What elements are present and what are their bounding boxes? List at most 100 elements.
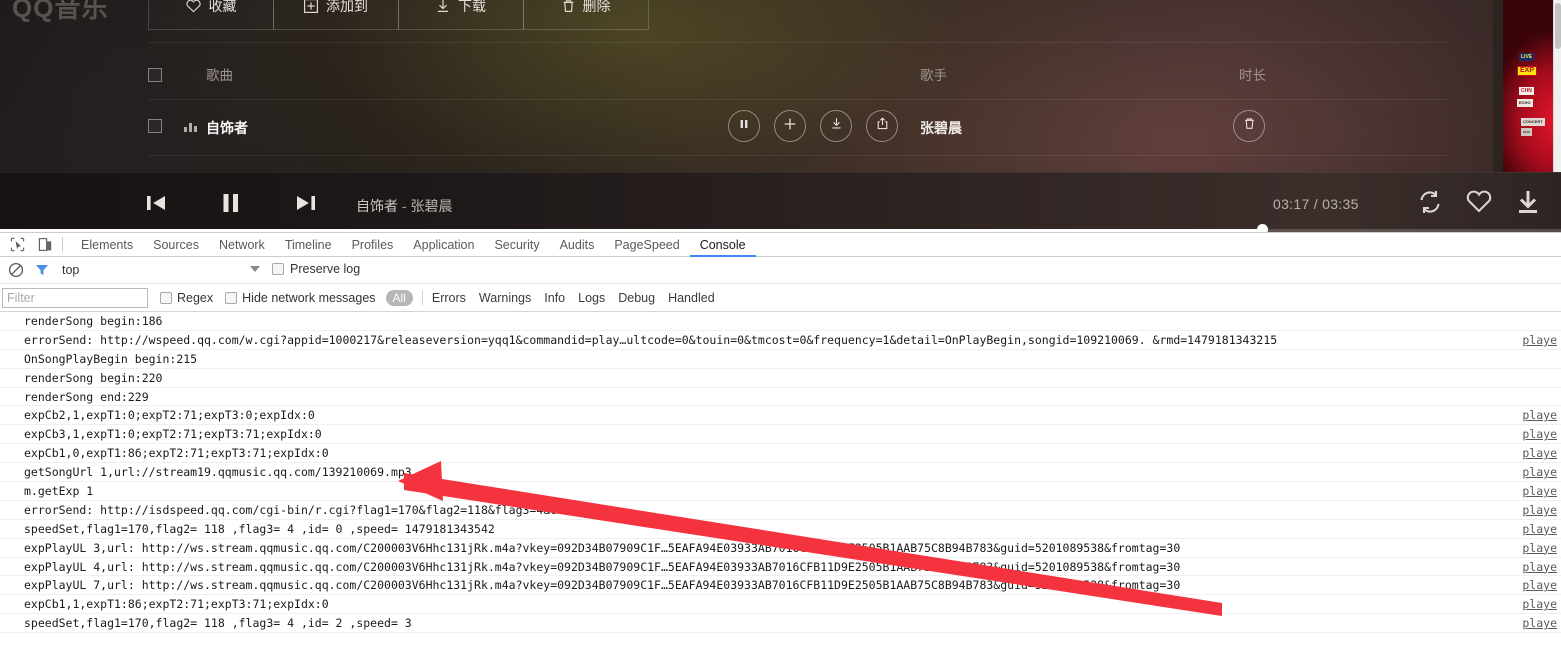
level-all-button[interactable]: All — [385, 289, 413, 306]
add-to-label: 添加到 — [326, 0, 368, 14]
console-source-link[interactable]: playe — [1522, 576, 1557, 594]
tab-application[interactable]: Application — [403, 233, 484, 257]
console-message-text: expPlayUL 7,url: http://ws.stream.qqmusi… — [24, 578, 1181, 593]
console-message[interactable]: OnSongPlayBegin begin:215 — [0, 350, 1561, 369]
clear-console-icon[interactable] — [8, 262, 24, 278]
tab-sources[interactable]: Sources — [143, 233, 209, 257]
row-add-button[interactable] — [774, 110, 806, 142]
previous-button[interactable] — [144, 189, 170, 222]
console-message[interactable]: m.getExp 1 playe — [0, 482, 1561, 501]
row-delete-button[interactable] — [1233, 110, 1265, 142]
console-source-link[interactable]: playe — [1522, 444, 1557, 462]
regex-checkbox[interactable] — [160, 291, 172, 304]
funnel-icon[interactable] — [34, 262, 50, 278]
qq-music-logo: QQ音乐 — [12, 0, 109, 23]
pause-icon — [738, 117, 750, 135]
console-message[interactable]: expCb2,1,expT1:0;expT2:71;expT3:0;expIdx… — [0, 406, 1561, 426]
chevron-down-icon[interactable] — [250, 266, 260, 272]
player-bar: 自饰者 - 张碧晨 03:17 / 03:35 — [0, 172, 1561, 232]
tab-network[interactable]: Network — [209, 233, 275, 257]
console-source-link[interactable]: playe — [1522, 539, 1557, 557]
tab-timeline[interactable]: Timeline — [275, 233, 342, 257]
console-source-link[interactable]: playe — [1522, 520, 1557, 538]
divider — [148, 99, 1448, 100]
inspect-element-icon[interactable] — [6, 235, 28, 255]
share-icon — [876, 117, 889, 135]
preserve-log-control[interactable]: Preserve log — [272, 262, 360, 276]
advertisement-banner[interactable]: LIVE EXP CHN ECHO CONCERT 2016 — [1493, 0, 1561, 172]
favorite-button[interactable] — [1464, 187, 1494, 222]
regex-control[interactable]: Regex — [160, 291, 213, 305]
console-message[interactable]: renderSong begin:220 — [0, 369, 1561, 388]
time-current: 03:17 — [1273, 196, 1310, 212]
hide-network-control[interactable]: Hide network messages — [225, 291, 376, 305]
repeat-mode-button[interactable] — [1415, 187, 1445, 222]
progress-handle[interactable] — [1257, 224, 1269, 232]
console-source-link[interactable]: playe — [1522, 463, 1557, 481]
device-toolbar-icon[interactable] — [34, 235, 56, 255]
ad-left-gutter — [1493, 0, 1503, 172]
console-source-link[interactable]: playe — [1522, 406, 1557, 424]
filter-divider — [421, 290, 423, 305]
trash-icon — [1243, 117, 1256, 135]
tab-security[interactable]: Security — [484, 233, 549, 257]
console-message[interactable]: expCb1,1,expT1:86;expT2:71;expT3:71;expI… — [0, 595, 1561, 615]
page-scrollbar-thumb[interactable] — [1555, 3, 1561, 49]
console-message[interactable]: expCb3,1,expT1:0;expT2:71;expT3:71;expId… — [0, 425, 1561, 445]
console-message-list[interactable]: renderSong begin:186 errorSend: http://ws… — [0, 312, 1561, 648]
hide-network-checkbox[interactable] — [225, 291, 238, 304]
delete-button[interactable]: 删除 — [523, 0, 649, 30]
row-pause-button[interactable] — [728, 110, 760, 142]
console-source-link[interactable]: playe — [1522, 331, 1557, 349]
tab-console[interactable]: Console — [690, 233, 756, 257]
context-selector[interactable]: top — [62, 263, 257, 277]
delete-label: 删除 — [582, 0, 611, 14]
play-pause-button[interactable] — [218, 189, 244, 222]
row-checkbox[interactable] — [148, 119, 162, 133]
download-button[interactable]: 下载 — [398, 0, 524, 30]
console-source-link[interactable]: playe — [1522, 614, 1557, 632]
preserve-log-checkbox[interactable] — [272, 263, 284, 275]
level-info[interactable]: Info — [544, 291, 565, 305]
download-icon — [1513, 191, 1543, 221]
level-logs[interactable]: Logs — [578, 291, 605, 305]
console-message[interactable]: expPlayUL 3,url: http://ws.stream.qqmusi… — [0, 539, 1561, 558]
console-source-link[interactable]: playe — [1522, 425, 1557, 443]
console-message[interactable]: speedSet,flag1=170,flag2= 118 ,flag3= 4 … — [0, 614, 1561, 634]
level-errors[interactable]: Errors — [432, 291, 466, 305]
console-message[interactable]: expPlayUL 4,url: http://ws.stream.qqmusi… — [0, 558, 1561, 577]
ad-chip: 2016 — [1521, 128, 1532, 136]
console-source-link[interactable]: playe — [1522, 482, 1557, 500]
tab-audits[interactable]: Audits — [550, 233, 605, 257]
level-handled[interactable]: Handled — [668, 291, 715, 305]
console-message[interactable]: expCb1,0,expT1:86;expT2:71;expT3:71;expI… — [0, 444, 1561, 464]
console-message[interactable]: renderSong end:229 — [0, 388, 1561, 407]
console-message[interactable]: expPlayUL 7,url: http://ws.stream.qqmusi… — [0, 576, 1561, 596]
console-message-text: renderSong end:229 — [24, 389, 149, 404]
row-download-button[interactable] — [820, 110, 852, 142]
console-message[interactable]: speedSet,flag1=170,flag2= 118 ,flag3= 4 … — [0, 520, 1561, 539]
level-debug[interactable]: Debug — [618, 291, 655, 305]
console-message-text: renderSong begin:220 — [24, 370, 163, 385]
filter-input[interactable] — [2, 287, 148, 308]
tab-pagespeed[interactable]: PageSpeed — [604, 233, 689, 257]
add-to-button[interactable]: 添加到 — [273, 0, 399, 30]
console-source-link[interactable]: playe — [1522, 595, 1557, 613]
column-header-artist: 歌手 — [920, 68, 947, 83]
favorite-button[interactable]: 收藏 — [148, 0, 274, 30]
console-message-text: errorSend: http://isdspeed.qq.com/cgi-bi… — [24, 502, 585, 517]
console-message[interactable]: getSongUrl 1,url://stream19.qqmusic.qq.c… — [0, 463, 1561, 483]
tab-elements[interactable]: Elements — [71, 233, 143, 257]
console-message[interactable]: errorSend: http://wspeed.qq.com/w.cgi?ap… — [0, 331, 1561, 350]
console-source-link[interactable]: playe — [1522, 501, 1557, 519]
favorite-label: 收藏 — [208, 0, 237, 14]
select-all-checkbox[interactable] — [148, 68, 162, 82]
console-source-link[interactable]: playe — [1522, 558, 1557, 576]
console-message[interactable]: errorSend: http://isdspeed.qq.com/cgi-bi… — [0, 501, 1561, 520]
download-button[interactable] — [1513, 187, 1543, 222]
row-share-button[interactable] — [866, 110, 898, 142]
tab-profiles[interactable]: Profiles — [342, 233, 404, 257]
level-warnings[interactable]: Warnings — [479, 291, 531, 305]
console-message[interactable]: renderSong begin:186 — [0, 312, 1561, 331]
next-button[interactable] — [292, 189, 318, 222]
